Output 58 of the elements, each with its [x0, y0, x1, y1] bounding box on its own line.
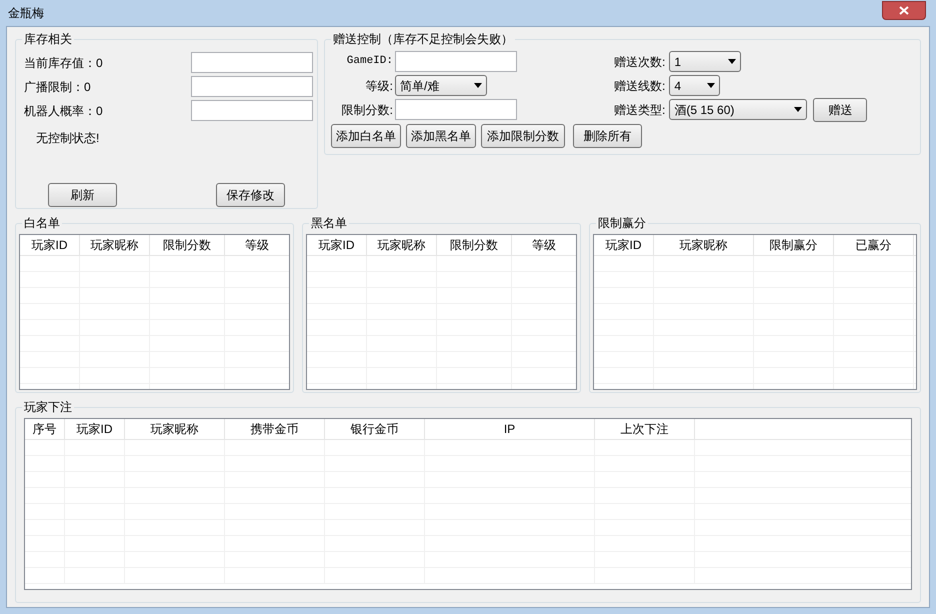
field-label: GameID: — [346, 54, 394, 70]
group-title: 黑名单 — [309, 215, 349, 231]
field-label: 当前库存值：0 — [24, 54, 103, 72]
column-header[interactable]: 玩家昵称 — [654, 235, 754, 255]
button[interactable]: 添加白名单 — [331, 124, 401, 148]
input-field[interactable] — [191, 76, 313, 97]
field-label: 等级: — [364, 78, 394, 94]
button[interactable]: 保存修改 — [216, 183, 285, 207]
column-header[interactable]: 玩家昵称 — [367, 235, 437, 255]
group-title: 玩家下注 — [22, 399, 74, 415]
close-button[interactable] — [882, 0, 926, 20]
column-header[interactable]: 玩家ID — [20, 235, 80, 255]
status-text: 无控制状态! — [36, 130, 100, 147]
dropdown[interactable]: 酒(5 15 60) — [669, 99, 808, 120]
close-icon — [899, 6, 909, 14]
column-header[interactable]: 银行金币 — [325, 419, 425, 439]
column-header[interactable]: 携带金币 — [225, 419, 325, 439]
button[interactable]: 赠送 — [813, 98, 868, 122]
column-header[interactable]: 限制赢分 — [754, 235, 834, 255]
field-label: 赠送类型: — [614, 102, 666, 118]
caret-icon — [728, 59, 736, 64]
window-title: 金瓶梅 — [8, 5, 44, 22]
column-header[interactable]: 玩家ID — [307, 235, 367, 255]
field-label: 机器人概率：0 — [24, 102, 103, 120]
group-title: 白名单 — [22, 215, 62, 231]
column-header[interactable]: IP — [425, 419, 595, 439]
column-header[interactable]: 玩家昵称 — [125, 419, 225, 439]
caret-icon — [794, 107, 802, 112]
dropdown[interactable]: 4 — [669, 75, 720, 96]
input-field[interactable] — [395, 99, 517, 120]
field-label: 赠送线数: — [614, 78, 666, 94]
column-header[interactable]: 限制分数 — [437, 235, 512, 255]
group-title: 赠送控制（库存不足控制会失败） — [331, 31, 515, 47]
column-header[interactable]: 序号 — [25, 419, 65, 439]
column-header[interactable]: 上次下注 — [595, 419, 695, 439]
button[interactable]: 删除所有 — [573, 124, 642, 148]
caret-icon — [474, 83, 482, 88]
column-header[interactable]: 玩家ID — [594, 235, 654, 255]
input-field[interactable] — [191, 100, 313, 121]
button[interactable]: 刷新 — [48, 183, 117, 207]
column-header[interactable]: 等级 — [225, 235, 289, 255]
button[interactable]: 添加黑名单 — [406, 124, 476, 148]
caret-icon — [707, 83, 716, 88]
button[interactable]: 添加限制分数 — [481, 124, 565, 148]
input-field[interactable] — [395, 51, 517, 72]
dropdown[interactable]: 1 — [669, 51, 742, 72]
column-header[interactable]: 等级 — [512, 235, 576, 255]
dropdown[interactable]: 简单/难 — [395, 75, 487, 96]
field-label: 广播限制：0 — [24, 78, 91, 96]
group-title: 限制赢分 — [596, 215, 648, 231]
column-header[interactable]: 限制分数 — [150, 235, 225, 255]
group-title: 库存相关 — [22, 31, 74, 47]
column-header[interactable]: 玩家昵称 — [80, 235, 150, 255]
field-label: 赠送次数: — [614, 54, 666, 70]
column-header[interactable]: 玩家ID — [65, 419, 125, 439]
input-field[interactable] — [191, 52, 313, 73]
field-label: 限制分数: — [340, 102, 394, 118]
column-header[interactable]: 已赢分 — [834, 235, 914, 255]
